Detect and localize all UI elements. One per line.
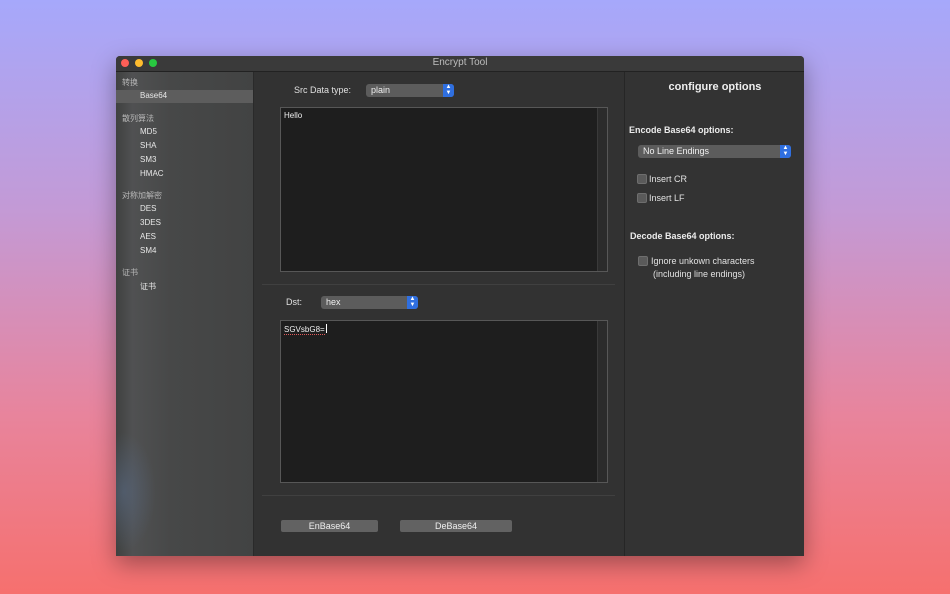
divider bbox=[262, 284, 615, 285]
sidebar-group-hash: 散列算法 bbox=[122, 114, 154, 123]
sidebar-item-base64[interactable]: Base64 bbox=[116, 90, 253, 103]
src-data-type-value: plain bbox=[371, 85, 391, 95]
sidebar-group-convert: 转换 bbox=[122, 78, 138, 87]
sidebar-item-des[interactable]: DES bbox=[116, 203, 253, 216]
sidebar-item-label: DES bbox=[140, 204, 157, 213]
sidebar-shadow bbox=[116, 432, 156, 552]
insert-cr-checkbox[interactable] bbox=[637, 174, 647, 184]
sidebar-item-sha[interactable]: SHA bbox=[116, 140, 253, 153]
sidebar-item-3des[interactable]: 3DES bbox=[116, 217, 253, 230]
ignore-unknown-sublabel: (including line endings) bbox=[653, 269, 746, 279]
dst-text-container: SGVsbG8= bbox=[284, 324, 327, 335]
dst-label: Dst: bbox=[286, 297, 303, 307]
sidebar-item-md5[interactable]: MD5 bbox=[116, 126, 253, 139]
options-panel: configure options Encode Base64 options:… bbox=[624, 72, 804, 556]
sidebar-group-certificate: 证书 bbox=[122, 268, 138, 277]
insert-cr-label: Insert CR bbox=[649, 174, 688, 184]
dst-text-area[interactable]: SGVsbG8= bbox=[280, 320, 608, 483]
ignore-unknown-checkbox[interactable] bbox=[638, 256, 648, 266]
chevron-updown-icon: ▲ ▼ bbox=[443, 84, 454, 97]
chevron-updown-icon: ▲ ▼ bbox=[407, 296, 418, 309]
dst-type-select[interactable]: hex ▲ ▼ bbox=[321, 296, 418, 309]
sidebar-item-label: Base64 bbox=[140, 91, 168, 100]
sidebar-group-symmetric: 对称加解密 bbox=[122, 191, 162, 200]
window-title: Encrypt Tool bbox=[432, 57, 488, 68]
src-data-type-label: Src Data type: bbox=[294, 85, 352, 95]
sidebar: 转换 Base64 散列算法 MD5 SHA SM3 HMAC 对称加解密 DE… bbox=[116, 72, 254, 556]
sidebar-item-label: SM3 bbox=[140, 155, 157, 164]
src-data-type-select[interactable]: plain ▲ ▼ bbox=[366, 84, 454, 97]
decode-options-heading: Decode Base64 options: bbox=[630, 231, 735, 241]
line-endings-select[interactable]: No Line Endings ▲ ▼ bbox=[638, 145, 791, 158]
sidebar-item-sm4[interactable]: SM4 bbox=[116, 245, 253, 258]
src-text-area[interactable]: Hello bbox=[280, 107, 608, 272]
sidebar-item-label: AES bbox=[140, 232, 157, 241]
sidebar-item-sm3[interactable]: SM3 bbox=[116, 154, 253, 167]
sidebar-item-certificate[interactable]: 证书 bbox=[116, 280, 253, 293]
debase64-button[interactable]: DeBase64 bbox=[400, 520, 512, 532]
options-title: configure options bbox=[668, 81, 762, 93]
main-panel: Src Data type: plain ▲ ▼ Hello Dst: hex ▲… bbox=[254, 72, 623, 556]
ignore-unknown-label: Ignore unkown characters bbox=[651, 256, 755, 266]
sidebar-item-label: HMAC bbox=[140, 169, 164, 178]
dst-type-value: hex bbox=[326, 297, 341, 307]
sidebar-item-label: 证书 bbox=[140, 282, 156, 291]
src-scrollbar[interactable] bbox=[597, 108, 607, 271]
src-text-value: Hello bbox=[284, 111, 303, 120]
line-endings-value: No Line Endings bbox=[643, 146, 710, 156]
sidebar-item-label: SM4 bbox=[140, 246, 157, 255]
encode-options-heading: Encode Base64 options: bbox=[629, 125, 734, 135]
dst-text-value: SGVsbG8= bbox=[284, 325, 325, 335]
chevron-updown-icon: ▲ ▼ bbox=[780, 145, 791, 158]
divider bbox=[262, 495, 615, 496]
insert-lf-checkbox[interactable] bbox=[637, 193, 647, 203]
enbase64-button[interactable]: EnBase64 bbox=[281, 520, 378, 532]
insert-lf-label: Insert LF bbox=[649, 193, 685, 203]
app-window: Encrypt Tool 转换 Base64 散列算法 MD5 SHA SM3 … bbox=[116, 56, 804, 556]
dst-scrollbar[interactable] bbox=[597, 321, 607, 482]
sidebar-item-label: 3DES bbox=[140, 218, 161, 227]
title-bar: Encrypt Tool bbox=[116, 56, 804, 72]
sidebar-item-aes[interactable]: AES bbox=[116, 231, 253, 244]
sidebar-item-label: MD5 bbox=[140, 127, 157, 136]
sidebar-item-label: SHA bbox=[140, 141, 157, 150]
sidebar-item-hmac[interactable]: HMAC bbox=[116, 168, 253, 181]
text-cursor bbox=[325, 324, 327, 333]
